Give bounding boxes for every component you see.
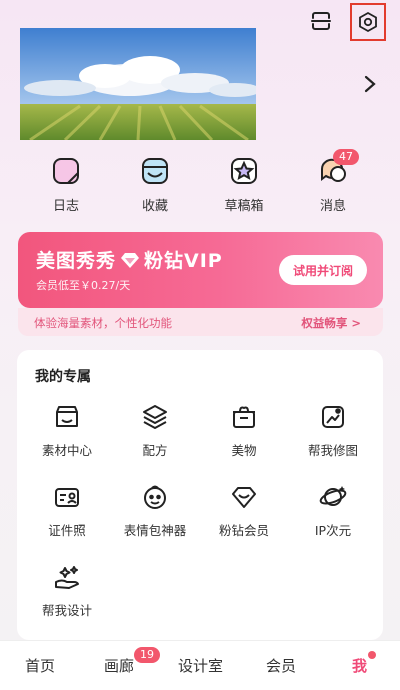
quick-action-messages[interactable]: 消息 47 — [303, 149, 363, 215]
grid-item-sticker-maker[interactable]: 表情包神器 — [110, 482, 200, 542]
my-exclusive-section: 我的专属 素材中心 配方 美物 帮我修图 证件照 表情包神器 粉钻会员 IP次元… — [17, 350, 383, 640]
quick-action-favorites[interactable]: 收藏 — [125, 155, 185, 215]
quick-action-label: 草稿箱 — [224, 199, 264, 214]
vip-title: 美图秀秀 粉钻VIP — [36, 246, 223, 273]
vip-title-tier: 粉钻VIP — [144, 250, 223, 272]
grid-item-label: 素材中心 — [41, 443, 92, 458]
notification-dot — [368, 651, 376, 659]
vip-price-text: 会员低至￥0.27/天 — [36, 279, 131, 292]
landscape-photo — [20, 28, 256, 140]
trial-subscribe-button[interactable]: 试用并订阅 — [279, 255, 367, 285]
grid-item-pink-diamond-member[interactable]: 粉钻会员 — [199, 482, 289, 542]
grid-item-material-center[interactable]: 素材中心 — [22, 402, 112, 462]
gift-box-icon — [233, 406, 255, 428]
photo-edit-icon — [322, 406, 344, 428]
vip-benefits-link[interactable]: 权益畅享 > — [301, 315, 361, 331]
tab-gallery[interactable]: 画廊 — [104, 655, 134, 676]
tab-home[interactable]: 首页 — [25, 655, 55, 676]
tab-design-room[interactable]: 设计室 — [178, 655, 223, 676]
chevron-right-icon — [364, 75, 376, 93]
settings-button[interactable] — [350, 3, 386, 41]
grid-item-ip-dimension[interactable]: IP次元 — [288, 482, 378, 542]
quick-action-label: 收藏 — [141, 199, 168, 214]
favorites-icon — [142, 158, 168, 184]
banner-next-button[interactable] — [360, 72, 380, 96]
section-title: 我的专属 — [35, 369, 91, 385]
grid-item-recipe[interactable]: 配方 — [110, 402, 200, 462]
grid-item-label: 粉钻会员 — [218, 523, 269, 538]
planet-icon — [319, 486, 347, 506]
banner-image[interactable] — [20, 28, 256, 140]
gallery-count-badge: 19 — [134, 647, 160, 663]
message-count-badge: 47 — [333, 149, 359, 165]
grid-item-label: IP次元 — [314, 523, 352, 538]
scan-button[interactable] — [306, 6, 336, 36]
grid-item-design-helper[interactable]: 帮我设计 — [22, 562, 112, 622]
diamond-icon — [232, 487, 256, 508]
grid-item-id-photo[interactable]: 证件照 — [22, 482, 112, 542]
diary-icon — [53, 158, 79, 184]
quick-action-label: 日志 — [52, 199, 79, 214]
grid-item-label: 表情包神器 — [123, 523, 187, 538]
id-card-icon — [55, 488, 79, 507]
diamond-heart-icon — [121, 252, 140, 268]
quick-action-diary[interactable]: 日志 — [36, 155, 96, 215]
grid-item-label: 美物 — [231, 443, 257, 458]
vip-promo-card[interactable]: 美图秀秀 粉钻VIP 会员低至￥0.27/天 试用并订阅 — [18, 232, 383, 308]
vip-title-brand: 美图秀秀 — [36, 250, 117, 272]
layers-icon — [143, 405, 167, 429]
scan-icon — [311, 12, 331, 30]
quick-action-drafts[interactable]: 草稿箱 — [214, 155, 274, 215]
store-icon — [56, 406, 78, 427]
grid-item-goods[interactable]: 美物 — [199, 402, 289, 462]
grid-item-label: 配方 — [142, 443, 168, 458]
quick-action-label: 消息 — [319, 199, 346, 214]
sparkle-hand-icon — [55, 566, 79, 589]
grid-item-photo-retouch[interactable]: 帮我修图 — [288, 402, 378, 462]
vip-benefits-text: 体验海量素材，个性化功能 — [34, 316, 172, 330]
tab-me[interactable]: 我 — [352, 655, 367, 676]
grid-item-label: 证件照 — [48, 523, 86, 538]
face-icon — [144, 485, 166, 509]
grid-item-label: 帮我设计 — [41, 603, 92, 618]
drafts-icon — [231, 158, 257, 184]
bottom-tab-bar: 首页 画廊 19 设计室 会员 我 — [0, 640, 400, 690]
vip-benefits-strip[interactable]: 体验海量素材，个性化功能 权益畅享 > — [18, 308, 383, 336]
tab-membership[interactable]: 会员 — [266, 655, 296, 676]
settings-icon — [359, 11, 377, 33]
grid-item-label: 帮我修图 — [307, 443, 358, 458]
